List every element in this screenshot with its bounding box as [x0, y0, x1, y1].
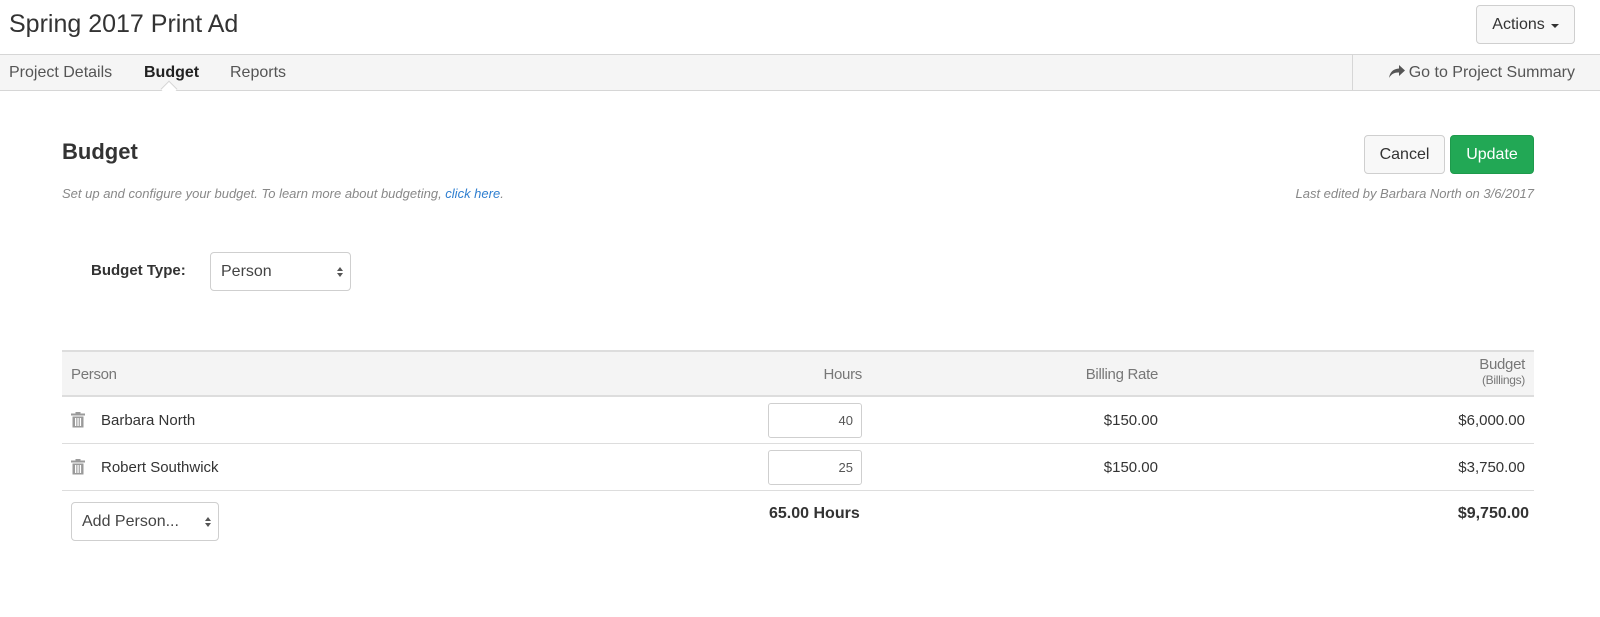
billing-rate: $150.00 — [1103, 412, 1158, 429]
billing-rate: $150.00 — [1103, 459, 1158, 476]
add-person-select[interactable]: Add Person... — [71, 502, 219, 541]
cancel-button[interactable]: Cancel — [1364, 135, 1445, 174]
project-title: Spring 2017 Print Ad — [9, 10, 239, 38]
budget-type-value: Person — [221, 262, 272, 280]
budget-value: $3,750.00 — [1458, 459, 1525, 476]
budget-type-select[interactable]: Person — [210, 252, 351, 291]
column-header-billing-rate: Billing Rate — [1085, 366, 1159, 383]
click-here-link[interactable]: click here — [445, 186, 500, 201]
column-header-person: Person — [71, 366, 117, 383]
add-person-label: Add Person... — [82, 512, 179, 530]
actions-dropdown-button[interactable]: Actions — [1476, 5, 1575, 44]
table-row: Barbara North $150.00 $6,000.00 — [62, 397, 1534, 444]
share-arrow-icon — [1388, 65, 1405, 78]
tab-reports[interactable]: Reports — [230, 55, 286, 91]
actions-label: Actions — [1492, 15, 1545, 33]
caret-down-icon — [1550, 23, 1559, 28]
budget-value: $6,000.00 — [1458, 412, 1525, 429]
budget-header-sublabel: (Billings) — [1481, 373, 1525, 387]
person-name: Robert Southwick — [101, 459, 219, 476]
subtitle-text: Set up and configure your budget. To lea… — [62, 186, 446, 201]
hours-input[interactable] — [768, 450, 862, 485]
go-to-project-summary-link[interactable]: Go to Project Summary — [1352, 55, 1600, 91]
trash-icon[interactable] — [71, 412, 85, 428]
summary-link-label: Go to Project Summary — [1408, 64, 1575, 81]
select-arrows-icon — [337, 266, 343, 277]
select-arrows-icon — [205, 516, 211, 527]
table-header: Person Hours Billing Rate Budget (Billin… — [62, 350, 1534, 397]
column-header-budget: Budget (Billings) — [1479, 356, 1525, 387]
budget-header-label: Budget — [1479, 356, 1525, 373]
section-subtitle: Set up and configure your budget. To lea… — [62, 186, 504, 201]
tab-project-details[interactable]: Project Details — [9, 55, 112, 91]
top-bar: Spring 2017 Print Ad Actions — [0, 0, 1600, 55]
total-budget: $9,750.00 — [1457, 505, 1529, 522]
update-button[interactable]: Update — [1450, 135, 1534, 174]
trash-icon[interactable] — [71, 459, 85, 475]
budget-type-label: Budget Type: — [91, 262, 186, 279]
table-row: Robert Southwick $150.00 $3,750.00 — [62, 444, 1534, 491]
person-name: Barbara North — [101, 412, 196, 429]
last-edited-text: Last edited by Barbara North on 3/6/2017 — [1295, 186, 1535, 201]
subtitle-end: . — [500, 186, 504, 201]
section-title: Budget — [62, 139, 138, 164]
hours-input[interactable] — [768, 403, 862, 438]
total-hours: 65.00 Hours — [769, 505, 860, 522]
column-header-hours: Hours — [823, 366, 862, 383]
